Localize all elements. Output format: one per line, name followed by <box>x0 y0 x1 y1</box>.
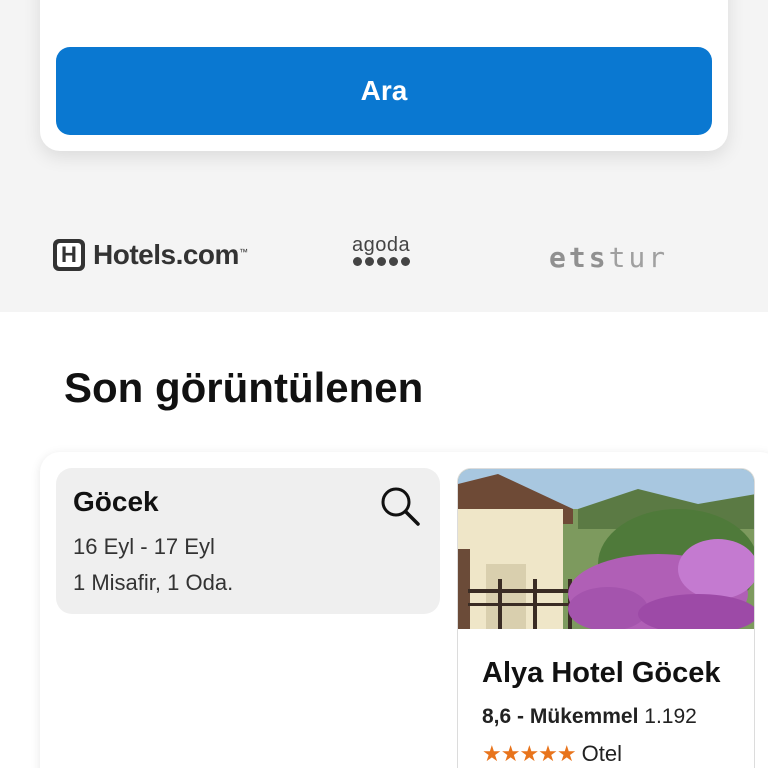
section-title: Son görüntülenen <box>64 364 424 411</box>
hotelscom-logo: Hotels.com ™ <box>53 239 248 271</box>
partner-logos: Hotels.com ™ agoda etstur <box>0 205 768 310</box>
hotel-type-row: ★★★★★ Otel <box>482 741 622 767</box>
recent-search-dates: 16 Eyl - 17 Eyl <box>73 534 215 559</box>
hotelscom-h-icon <box>53 239 85 271</box>
search-icon <box>381 487 420 526</box>
hotel-review-count: 1.192 <box>644 705 697 728</box>
etstur-label-bold: ets <box>549 241 609 274</box>
recent-search-item[interactable]: Göcek 16 Eyl - 17 Eyl 1 Misafir, 1 Oda. <box>56 468 440 614</box>
search-button[interactable]: Ara <box>56 47 712 135</box>
hotel-rating: 8,6 - Mükemmel 1.192 <box>482 705 697 729</box>
recently-viewed-section: Son görüntülenen Göcek 16 Eyl - 17 Eyl 1… <box>0 312 768 768</box>
hotelscom-label: Hotels.com <box>93 239 239 270</box>
hotel-rating-text: Mükemmel <box>529 705 639 728</box>
hotel-rating-separator: - <box>511 705 530 728</box>
hotel-image <box>458 469 754 629</box>
hotel-score: 8,6 <box>482 705 512 728</box>
etstur-logo: ets tur <box>549 241 668 274</box>
hotel-type: Otel <box>581 741 622 766</box>
agoda-logo: agoda <box>352 235 410 266</box>
hotelscom-tm: ™ <box>238 247 248 257</box>
recent-panel: Göcek 16 Eyl - 17 Eyl 1 Misafir, 1 Oda. <box>40 452 768 768</box>
hotel-name: Alya Hotel Göcek <box>482 657 721 689</box>
agoda-dots-icon <box>352 257 410 266</box>
recent-search-destination: Göcek <box>73 486 159 517</box>
etstur-label-light: tur <box>608 241 669 274</box>
star-rating-icon: ★★★★★ <box>482 741 577 766</box>
search-card: Ara <box>40 0 728 151</box>
recent-search-guests: 1 Misafir, 1 Oda. <box>73 570 234 595</box>
hotel-card[interactable]: Alya Hotel Göcek 8,6 - Mükemmel 1.192 ★★… <box>457 468 755 768</box>
agoda-label: agoda <box>352 234 411 256</box>
